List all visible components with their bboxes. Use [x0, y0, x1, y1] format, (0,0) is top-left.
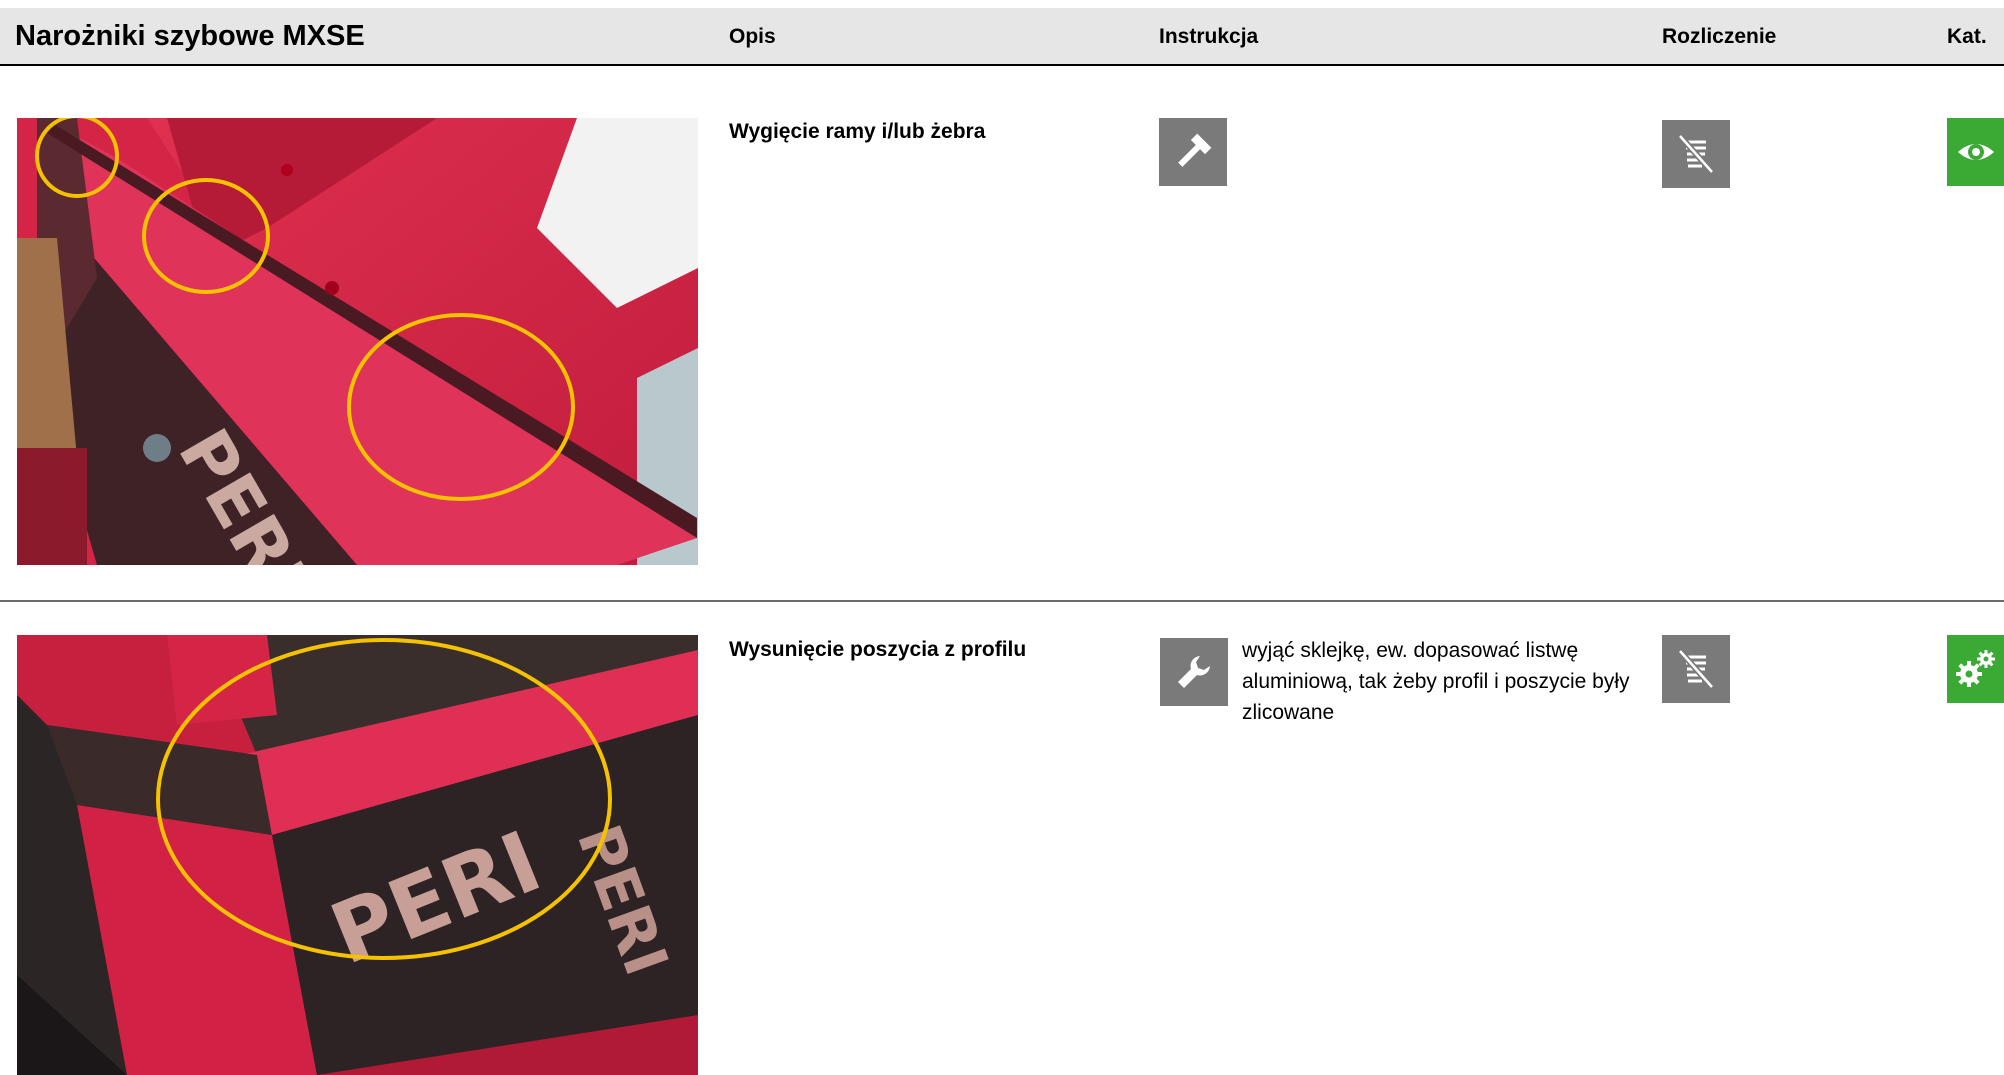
- damage-photo-skin-offset: PERI PERI: [17, 635, 698, 1075]
- hammer-icon: [1159, 118, 1227, 186]
- wrench-icon: [1160, 638, 1228, 706]
- page-title: Narożniki szybowe MXSE: [15, 20, 365, 52]
- column-header-instrukcja: Instrukcja: [1159, 25, 1259, 48]
- eye-icon: [1947, 118, 2004, 186]
- instruction-text: wyjąć sklejkę, ew. dopasować listwę alum…: [1242, 639, 1630, 724]
- row-divider: [0, 600, 2004, 602]
- row-description: Wysunięcie poszycia z profilu: [729, 638, 1027, 661]
- column-header-rozliczenie: Rozliczenie: [1662, 25, 1777, 48]
- column-header-opis: Opis: [729, 25, 776, 48]
- crossed-out-coins-icon: [1662, 120, 1730, 188]
- gears-icon: [1947, 635, 2004, 703]
- damage-photo-frame-bend: PERI: [17, 118, 698, 565]
- crossed-out-coins-icon: [1662, 635, 1730, 703]
- table-header: Narożniki szybowe MXSE Opis Instrukcja R…: [0, 8, 2004, 66]
- row-description: Wygięcie ramy i/lub żebra: [729, 120, 986, 143]
- column-header-kat: Kat.: [1947, 25, 1987, 48]
